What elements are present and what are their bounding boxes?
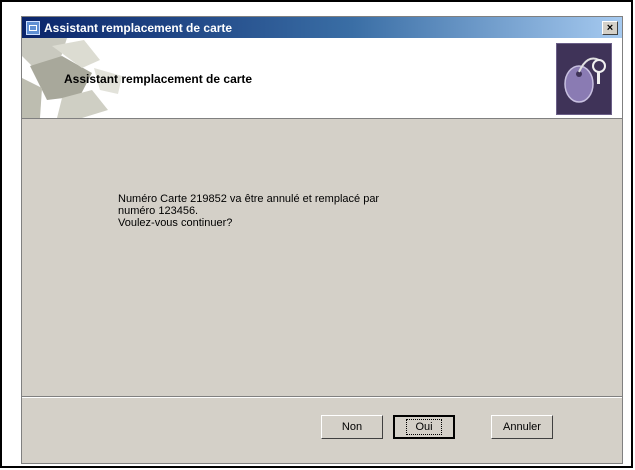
- button-bar: Non Oui Annuler: [22, 415, 622, 445]
- wizard-content: Numéro Carte 219852 va être annulé et re…: [22, 119, 622, 399]
- cancel-button[interactable]: Annuler: [491, 415, 553, 439]
- yes-button[interactable]: Oui: [393, 415, 455, 439]
- message-line: Voulez-vous continuer?: [118, 217, 233, 229]
- message-line: numéro 123456.: [118, 205, 199, 217]
- title-bar[interactable]: Assistant remplacement de carte ×: [22, 17, 622, 38]
- close-icon[interactable]: ×: [602, 20, 618, 35]
- wizard-header: Assistant remplacement de carte: [22, 38, 622, 119]
- footer-divider: [22, 396, 622, 398]
- wizard-window: Assistant remplacement de carte × Assist…: [21, 16, 623, 464]
- wizard-app-icon: [26, 20, 40, 35]
- card-key-icon: [556, 43, 612, 115]
- header-title: Assistant remplacement de carte: [64, 72, 253, 86]
- yes-button-label: Oui: [406, 419, 442, 435]
- no-button[interactable]: Non: [321, 415, 383, 439]
- confirmation-message: Numéro Carte 219852 va être annulé et re…: [118, 193, 498, 229]
- window-title: Assistant remplacement de carte: [44, 20, 233, 35]
- message-line: Numéro Carte 219852 va être annulé et re…: [118, 193, 380, 205]
